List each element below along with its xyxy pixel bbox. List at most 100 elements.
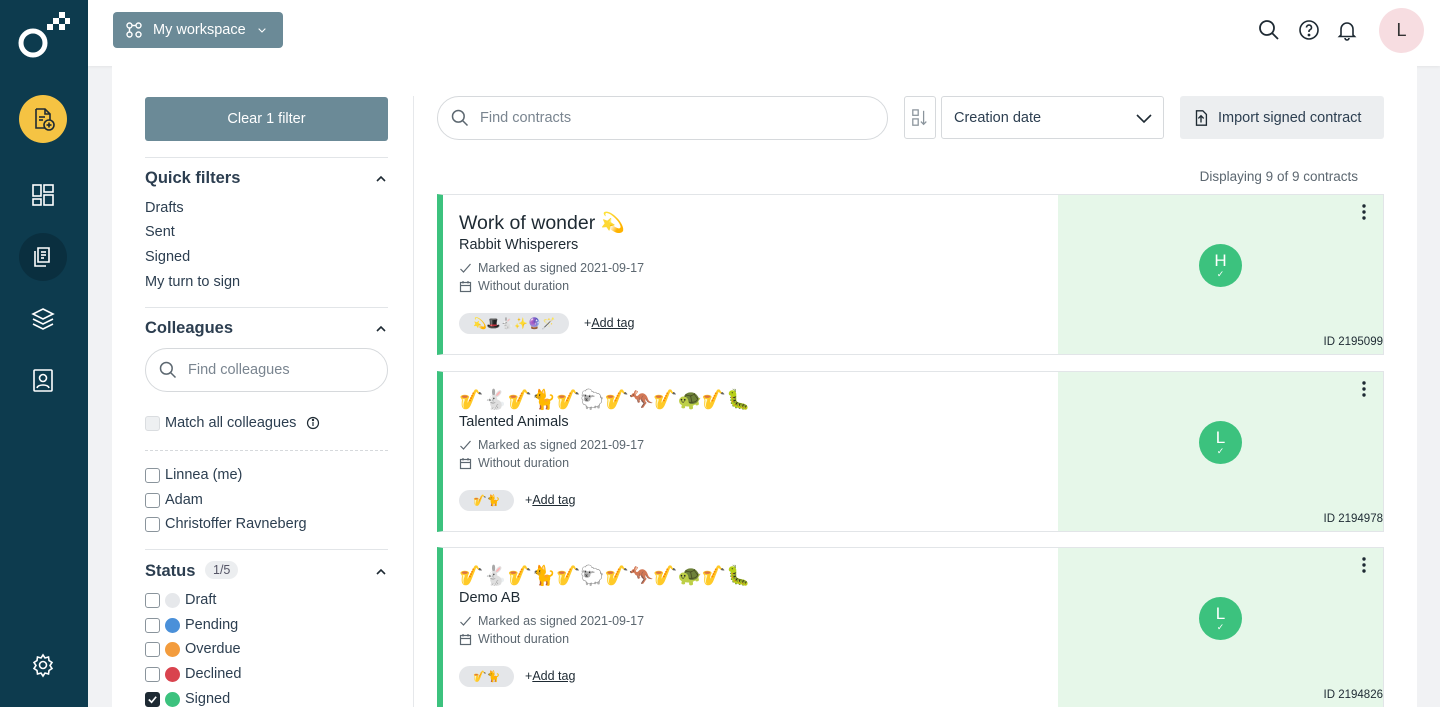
- settings-icon: [32, 653, 54, 678]
- add-tag-link[interactable]: +Add tag: [525, 669, 575, 683]
- filter-sidebar: Clear 1 filter Quick filters Drafts Sent…: [145, 66, 388, 707]
- sort-select-value: Creation date: [954, 109, 1042, 126]
- colleague-checkbox[interactable]: [145, 492, 160, 508]
- search-icon: [159, 361, 177, 379]
- status-checkbox[interactable]: [145, 666, 160, 682]
- quick-filter-my-turn[interactable]: My turn to sign: [145, 274, 240, 290]
- sort-direction-button[interactable]: [904, 96, 936, 139]
- workspace-switcher[interactable]: My workspace: [113, 12, 283, 48]
- signer-initial: L: [1215, 428, 1226, 447]
- status-dot: [165, 592, 180, 608]
- quick-filters-title: Quick filters: [145, 169, 241, 187]
- create-document-button[interactable]: [19, 95, 67, 143]
- status-checkbox[interactable]: [145, 641, 160, 657]
- colleague-name: Linnea (me): [165, 467, 243, 483]
- contract-id: ID 2194826: [1323, 689, 1383, 701]
- chevron-down-icon: [257, 28, 266, 33]
- colleague-search-input[interactable]: [188, 362, 368, 378]
- dashboard-button[interactable]: [19, 171, 67, 219]
- check-icon: [148, 695, 157, 703]
- bell-icon[interactable]: [1335, 18, 1359, 42]
- top-bar: My workspace L: [88, 0, 1440, 66]
- contract-party: Talented Animals: [459, 414, 569, 430]
- colleague-checkbox[interactable]: [145, 467, 160, 483]
- info-icon[interactable]: [306, 416, 320, 430]
- status-label: Overdue: [185, 641, 241, 657]
- more-options-icon[interactable]: [1357, 380, 1371, 398]
- templates-icon: [31, 308, 55, 330]
- search-icon[interactable]: [1257, 18, 1281, 42]
- status-checkbox[interactable]: [145, 592, 160, 608]
- contract-search-input[interactable]: [480, 110, 860, 126]
- calendar-icon: [459, 280, 472, 292]
- match-all-colleagues[interactable]: Match all colleagues: [145, 415, 320, 431]
- signer-avatar[interactable]: L ✓: [1199, 421, 1242, 464]
- contract-duration-text: Without duration: [478, 632, 570, 646]
- help-icon[interactable]: [1297, 18, 1321, 42]
- match-all-checkbox[interactable]: [145, 415, 160, 431]
- colleague-name: Adam: [165, 492, 203, 508]
- contract-duration-text: Without duration: [478, 456, 570, 470]
- logo-icon[interactable]: [16, 12, 70, 60]
- quick-filter-sent[interactable]: Sent: [145, 224, 175, 240]
- contract-title: 🎷🐇🎷🐈🎷🐑🎷🦘🎷🐢🎷🐛: [459, 565, 751, 587]
- contract-id: ID 2194978: [1323, 513, 1383, 525]
- status-signed[interactable]: Signed: [145, 691, 230, 707]
- quick-filter-drafts[interactable]: Drafts: [145, 200, 184, 216]
- add-tag-label: Add tag: [532, 493, 576, 507]
- contract-status-row: Marked as signed 2021-09-17: [459, 261, 644, 275]
- user-avatar[interactable]: L: [1379, 8, 1424, 53]
- status-overdue[interactable]: Overdue: [145, 641, 241, 657]
- add-tag-link[interactable]: +Add tag: [584, 316, 634, 330]
- chevron-up-icon[interactable]: [374, 172, 388, 186]
- contract-status-row: Marked as signed 2021-09-17: [459, 614, 644, 628]
- contract-duration-row: Without duration: [459, 632, 569, 646]
- sort-icon: [912, 108, 927, 126]
- status-dot: [165, 666, 180, 682]
- more-options-icon[interactable]: [1357, 203, 1371, 221]
- status-checkbox[interactable]: [145, 617, 160, 633]
- check-icon: [460, 440, 471, 450]
- sort-select[interactable]: Creation date: [941, 96, 1164, 139]
- contract-card[interactable]: 🎷🐇🎷🐈🎷🐑🎷🦘🎷🐢🎷🐛 Talented Animals Marked as …: [437, 371, 1384, 532]
- colleague-adam[interactable]: Adam: [145, 492, 203, 508]
- contacts-button[interactable]: [19, 356, 67, 404]
- tag-pill[interactable]: 🎷🐈: [459, 666, 515, 687]
- contract-duration-row: Without duration: [459, 279, 569, 293]
- signer-initial: H: [1214, 251, 1227, 270]
- status-dot: [165, 617, 180, 633]
- more-options-icon[interactable]: [1357, 556, 1371, 574]
- status-checkbox[interactable]: [145, 691, 160, 707]
- tag-pill[interactable]: 💫🎩🐇✨🔮🪄: [459, 313, 570, 334]
- settings-button[interactable]: [19, 641, 67, 689]
- signer-avatar[interactable]: L ✓: [1199, 597, 1242, 640]
- status-pending[interactable]: Pending: [145, 617, 238, 633]
- quick-filter-signed[interactable]: Signed: [145, 249, 190, 265]
- contract-status-text: Marked as signed 2021-09-17: [478, 438, 645, 452]
- add-tag-link[interactable]: +Add tag: [525, 493, 575, 507]
- chevron-up-icon[interactable]: [374, 322, 388, 336]
- contract-card[interactable]: 🎷🐇🎷🐈🎷🐑🎷🦘🎷🐢🎷🐛 Demo AB Marked as signed 20…: [437, 547, 1384, 707]
- colleagues-title: Colleagues: [145, 319, 234, 337]
- check-icon: [460, 616, 471, 626]
- tag-pill[interactable]: 🎷🐈: [459, 490, 515, 511]
- search-icon: [451, 109, 469, 127]
- chevron-up-icon[interactable]: [374, 565, 388, 579]
- create-document-icon: [35, 108, 55, 131]
- status-declined[interactable]: Declined: [145, 666, 241, 682]
- signer-avatar[interactable]: H ✓: [1199, 244, 1242, 287]
- templates-button[interactable]: [19, 295, 67, 343]
- colleague-christoffer[interactable]: Christoffer Ravneberg: [145, 516, 307, 532]
- contract-status-text: Marked as signed 2021-09-17: [478, 614, 645, 628]
- clear-filter-button[interactable]: Clear 1 filter: [145, 97, 388, 141]
- status-draft[interactable]: Draft: [145, 592, 216, 608]
- import-signed-contract-button[interactable]: Import signed contract: [1180, 96, 1384, 139]
- signed-check-icon: ✓: [1216, 269, 1225, 279]
- colleague-checkbox[interactable]: [145, 516, 160, 532]
- documents-button[interactable]: [19, 233, 67, 281]
- contract-card[interactable]: Work of wonder 💫 Rabbit Whisperers Marke…: [437, 194, 1384, 355]
- result-count: Displaying 9 of 9 contracts: [1199, 169, 1358, 184]
- colleague-linnea[interactable]: Linnea (me): [145, 467, 242, 483]
- upload-document-icon: [1195, 109, 1208, 126]
- divider: [145, 307, 388, 308]
